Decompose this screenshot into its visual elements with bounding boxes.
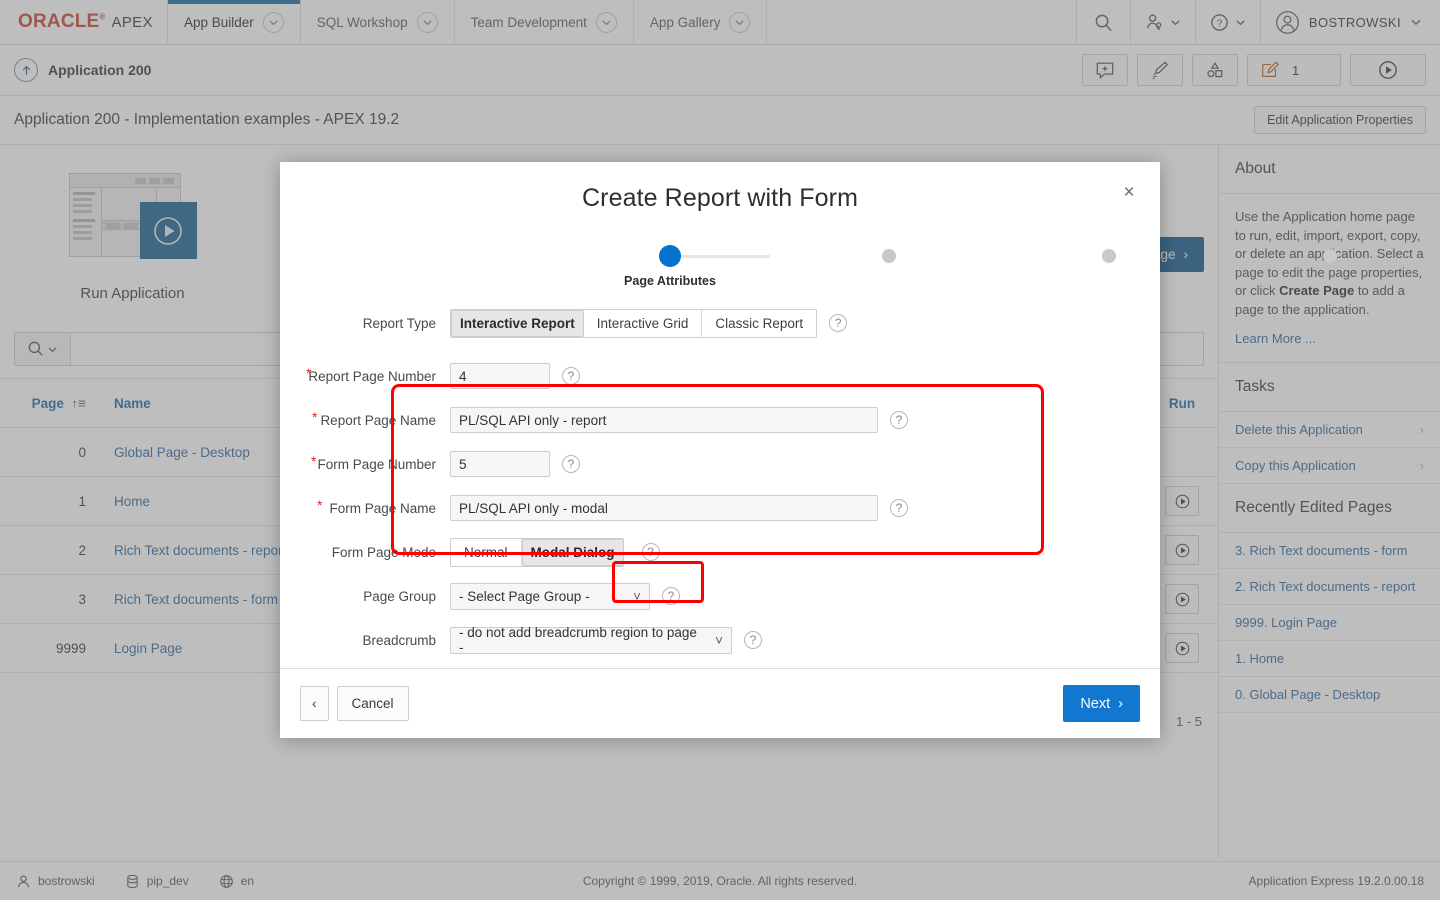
help-icon[interactable]: ? [890, 499, 908, 517]
form-page-name-input[interactable]: PL/SQL API only - modal [450, 495, 878, 521]
label-text: Form Page Name [329, 501, 436, 516]
field-row-report-type: Report Type Interactive Report Interacti… [280, 302, 1160, 344]
label-report-type: Report Type [280, 316, 450, 331]
page-group-select[interactable]: - Select Page Group - ˅ [450, 583, 650, 610]
back-button[interactable]: ‹ [300, 686, 329, 721]
label-text: Report Page Number [308, 369, 436, 384]
stepper-label-1: Page Attributes [624, 274, 716, 288]
field-row-report-page-name: * Report Page Name PL/SQL API only - rep… [280, 398, 1160, 442]
control-form-page-name: PL/SQL API only - modal ? [450, 495, 908, 521]
label-page-group: Page Group [280, 589, 450, 604]
label-form-page-number: * Form Page Number [280, 457, 450, 472]
form-page-mode-option-normal[interactable]: Normal [451, 539, 522, 566]
control-page-group: - Select Page Group - ˅ ? [450, 583, 680, 610]
chevron-down-icon: ˅ [619, 589, 641, 604]
control-form-page-mode: Normal Modal Dialog ? [450, 538, 660, 567]
page-group-value: - Select Page Group - [459, 589, 590, 604]
required-marker: * [311, 453, 316, 469]
label-report-page-number: * Report Page Number [280, 369, 450, 384]
form-page-mode-switch-group: Normal Modal Dialog [450, 538, 624, 567]
dialog-footer: ‹ Cancel Next › [280, 668, 1160, 738]
dialog-header: Create Report with Form × [280, 162, 1160, 213]
report-type-option-interactive-report[interactable]: Interactive Report [451, 310, 584, 337]
help-icon[interactable]: ? [890, 411, 908, 429]
label-text: Form Page Number [317, 457, 436, 472]
next-button[interactable]: Next › [1063, 685, 1140, 722]
create-report-with-form-dialog: Create Report with Form × Page Attribute… [280, 162, 1160, 738]
field-row-breadcrumb: Breadcrumb - do not add breadcrumb regio… [280, 618, 1160, 662]
breadcrumb-value: - do not add breadcrumb region to page - [459, 625, 701, 655]
label-report-page-name: * Report Page Name [280, 413, 450, 428]
stepper-dot-4[interactable] [1323, 249, 1337, 263]
form-page-mode-option-modal-dialog[interactable]: Modal Dialog [522, 539, 623, 566]
cancel-button[interactable]: Cancel [337, 686, 409, 721]
help-icon[interactable]: ? [829, 314, 847, 332]
label-breadcrumb: Breadcrumb [280, 633, 450, 648]
control-report-type: Interactive Report Interactive Grid Clas… [450, 309, 847, 338]
control-breadcrumb: - do not add breadcrumb region to page -… [450, 627, 762, 654]
control-form-page-number: 5 ? [450, 451, 580, 477]
field-row-form-page-mode: Form Page Mode Normal Modal Dialog ? [280, 530, 1160, 574]
field-row-report-page-number: * Report Page Number 4 ? [280, 354, 1160, 398]
dialog-title: Create Report with Form [280, 184, 1160, 213]
field-row-form-page-name: * Form Page Name PL/SQL API only - modal… [280, 486, 1160, 530]
control-report-page-name: PL/SQL API only - report ? [450, 407, 908, 433]
stepper-track [670, 255, 770, 258]
label-form-page-name: * Form Page Name [280, 501, 450, 516]
report-type-option-interactive-grid[interactable]: Interactive Grid [584, 310, 703, 337]
dialog-form-body: Report Type Interactive Report Interacti… [280, 302, 1160, 668]
form-page-number-input[interactable]: 5 [450, 451, 550, 477]
help-icon[interactable]: ? [744, 631, 762, 649]
close-icon[interactable]: × [1116, 180, 1142, 206]
report-page-number-input[interactable]: 4 [450, 363, 550, 389]
wizard-progress-stepper: Page Attributes [280, 246, 1160, 302]
report-page-name-input[interactable]: PL/SQL API only - report [450, 407, 878, 433]
required-marker: * [306, 365, 311, 381]
next-button-label: Next [1080, 696, 1110, 712]
report-type-option-classic-report[interactable]: Classic Report [702, 310, 816, 337]
help-icon[interactable]: ? [562, 367, 580, 385]
help-icon[interactable]: ? [562, 455, 580, 473]
field-row-form-page-number: * Form Page Number 5 ? [280, 442, 1160, 486]
stepper-dot-3[interactable] [1102, 249, 1116, 263]
chevron-right-icon: › [1118, 696, 1123, 712]
label-form-page-mode: Form Page Mode [280, 545, 450, 560]
control-report-page-number: 4 ? [450, 363, 580, 389]
breadcrumb-select[interactable]: - do not add breadcrumb region to page -… [450, 627, 732, 654]
label-text: Report Page Name [320, 413, 436, 428]
stepper-dot-2[interactable] [882, 249, 896, 263]
required-marker: * [317, 497, 322, 513]
chevron-down-icon: ˅ [701, 633, 723, 648]
apex-app-builder-page: ORACLE® APEX App Builder SQL Workshop [0, 0, 1440, 900]
report-type-switch-group: Interactive Report Interactive Grid Clas… [450, 309, 817, 338]
stepper-dot-1[interactable] [659, 245, 681, 267]
required-marker: * [312, 409, 317, 425]
help-icon[interactable]: ? [662, 587, 680, 605]
field-row-page-group: Page Group - Select Page Group - ˅ ? [280, 574, 1160, 618]
help-icon[interactable]: ? [642, 543, 660, 561]
